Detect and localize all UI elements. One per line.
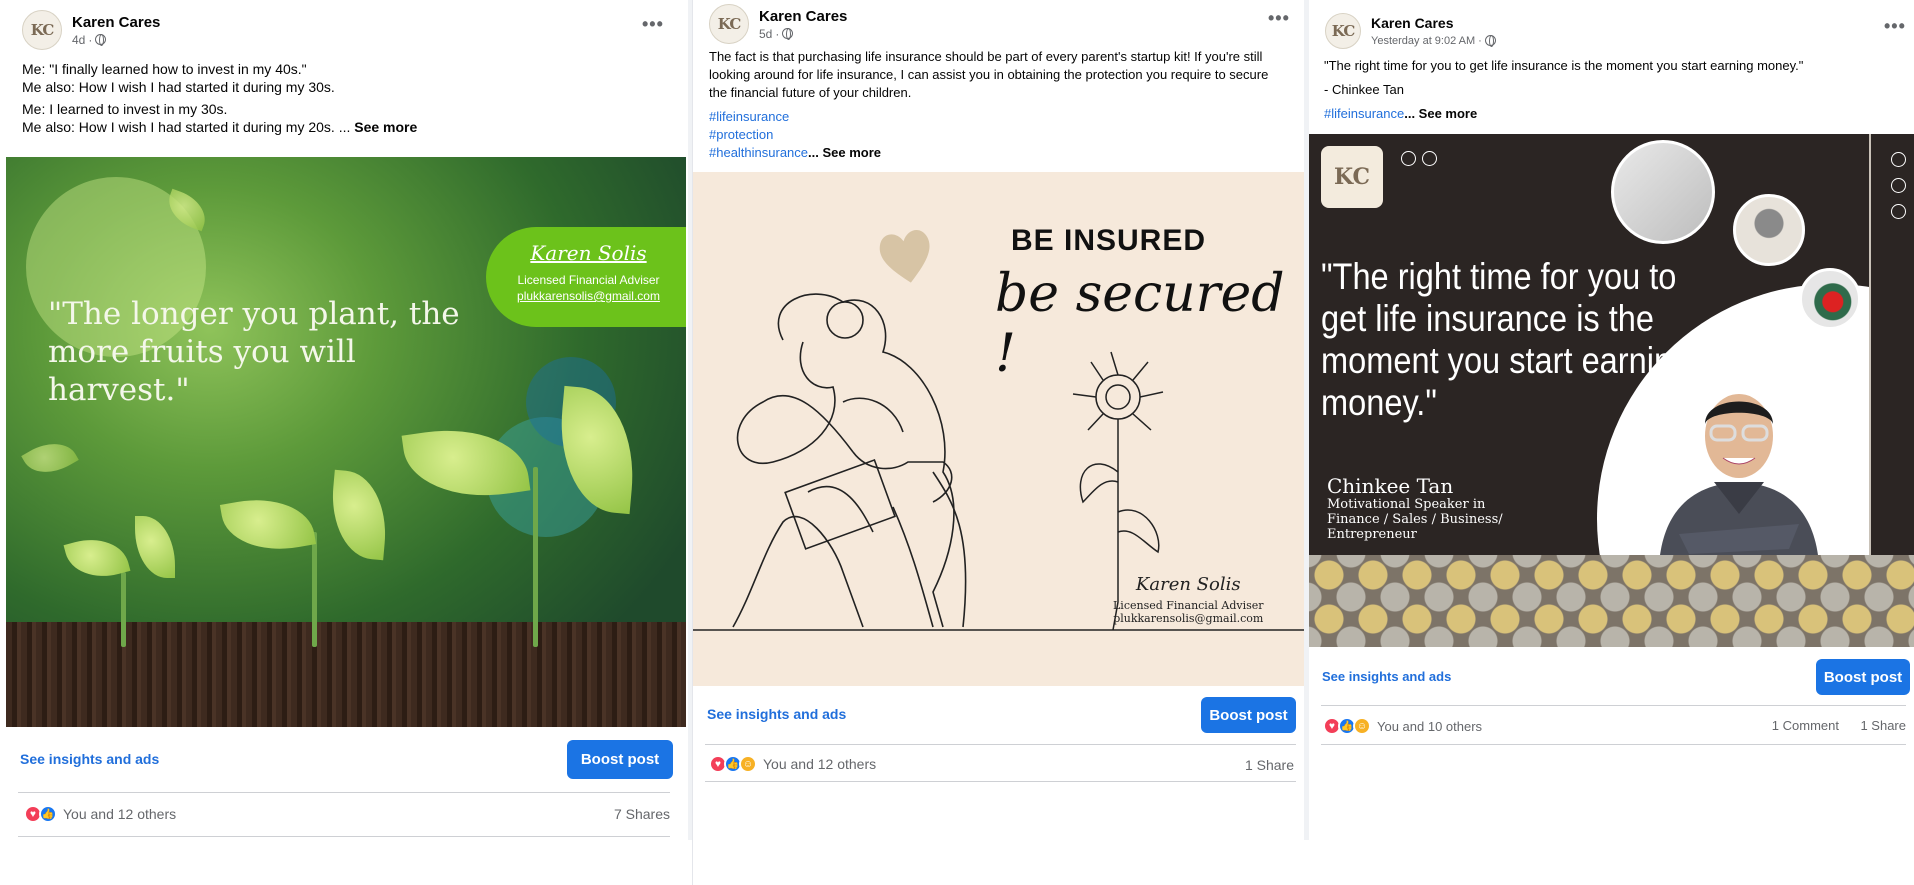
- avatar[interactable]: KC: [709, 4, 749, 44]
- document-photo: [1611, 140, 1715, 244]
- divider: [705, 744, 1296, 745]
- image-quote: "The longer you plant, the more fruits y…: [48, 296, 460, 408]
- divider: [705, 781, 1296, 782]
- post-header: KC Karen Cares Yesterday at 9:02 AM ·: [1325, 13, 1914, 49]
- boost-post-button[interactable]: Boost post: [567, 740, 673, 779]
- author-name[interactable]: Karen Cares: [759, 7, 847, 26]
- reactions-summary[interactable]: ♥ 👍 ☺ You and 12 others: [709, 755, 876, 773]
- house-photo: [1733, 194, 1805, 266]
- post-image[interactable]: KC "The right time for you to get life i…: [1309, 134, 1914, 647]
- globe-icon: [782, 28, 794, 40]
- globe-icon: [95, 34, 107, 46]
- author-name[interactable]: Karen Cares: [1371, 14, 1496, 33]
- ring-icon: [1891, 152, 1906, 167]
- post-time[interactable]: 4d: [72, 32, 85, 48]
- see-more-link[interactable]: ... See more: [1404, 106, 1477, 121]
- globe-icon: [1484, 35, 1496, 47]
- care-reaction-icon: ☺: [739, 755, 757, 773]
- post-text: Me: "I finally learned how to invest in …: [22, 61, 418, 135]
- more-options-icon[interactable]: •••: [1884, 16, 1906, 37]
- like-reaction-icon: 👍: [39, 805, 57, 823]
- hashtag-link[interactable]: #healthinsurance: [709, 145, 808, 160]
- see-insights-link[interactable]: See insights and ads: [20, 751, 159, 767]
- see-insights-link[interactable]: See insights and ads: [1322, 669, 1451, 684]
- see-more-link[interactable]: ... See more: [808, 145, 881, 160]
- divider: [18, 836, 670, 837]
- shares-count[interactable]: 1 Share: [1245, 757, 1294, 773]
- post-card: KC Karen Cares Yesterday at 9:02 AM · •••…: [1309, 0, 1914, 885]
- logo: KC: [1321, 146, 1383, 208]
- speaker-name: Chinkee Tan: [1327, 474, 1454, 498]
- shares-count[interactable]: 1 Share: [1860, 718, 1906, 733]
- hashtag-link[interactable]: #protection: [709, 126, 1289, 144]
- speaker-title: Motivational Speaker in Finance / Sales …: [1327, 497, 1503, 542]
- author-name[interactable]: Karen Cares: [72, 13, 160, 32]
- care-reaction-icon: ☺: [1353, 717, 1371, 735]
- post-time[interactable]: 5d: [759, 26, 772, 42]
- avatar[interactable]: KC: [1325, 13, 1361, 49]
- right-bar: [1869, 134, 1914, 564]
- soil: [6, 622, 686, 727]
- ring-icon: [1401, 151, 1416, 166]
- speaker-photo: [1659, 394, 1819, 564]
- signature-block: Karen Solis Licensed Financial Adviser p…: [1113, 574, 1264, 625]
- divider: [1321, 705, 1906, 706]
- comments-count[interactable]: 1 Comment: [1772, 718, 1839, 733]
- divider: [1321, 744, 1906, 745]
- see-insights-link[interactable]: See insights and ads: [707, 706, 846, 722]
- post-card: KC Karen Cares 4d · ••• Me: "I finally le…: [0, 0, 688, 885]
- post-header: KC Karen Cares 5d ·: [709, 4, 1304, 44]
- boost-post-button[interactable]: Boost post: [1201, 697, 1296, 733]
- post-image[interactable]: BE INSURED be secured ! Karen Solis Lice…: [693, 172, 1304, 686]
- ring-icon: [1422, 151, 1437, 166]
- post-text: The fact is that purchasing life insuran…: [709, 48, 1289, 162]
- heart-savings-photo: [1799, 268, 1861, 330]
- coins-pile: [1309, 555, 1914, 647]
- ring-icon: [1891, 204, 1906, 219]
- boost-post-button[interactable]: Boost post: [1816, 659, 1910, 695]
- ring-icon: [1891, 178, 1906, 193]
- reactions-summary[interactable]: ♥ 👍 ☺ You and 10 others: [1323, 717, 1482, 735]
- post-header: KC Karen Cares 4d ·: [22, 10, 688, 50]
- post-image[interactable]: "The longer you plant, the more fruits y…: [6, 157, 686, 727]
- post-text: "The right time for you to get life insu…: [1324, 58, 1804, 121]
- see-more-link[interactable]: See more: [354, 119, 417, 135]
- reactions-summary[interactable]: ♥ 👍 You and 12 others: [24, 805, 176, 823]
- hashtag-link[interactable]: #lifeinsurance: [1324, 106, 1404, 121]
- post-time[interactable]: Yesterday at 9:02 AM: [1371, 33, 1475, 49]
- post-card: KC Karen Cares 5d · ••• The fact is that …: [692, 0, 1304, 885]
- more-options-icon[interactable]: •••: [642, 14, 664, 35]
- divider: [18, 792, 670, 793]
- avatar[interactable]: KC: [22, 10, 62, 50]
- more-options-icon[interactable]: •••: [1268, 8, 1290, 29]
- shares-count[interactable]: 7 Shares: [614, 806, 670, 822]
- hashtag-link[interactable]: #lifeinsurance: [709, 108, 1289, 126]
- adviser-badge: Karen Solis Licensed Financial Adviser p…: [486, 227, 686, 327]
